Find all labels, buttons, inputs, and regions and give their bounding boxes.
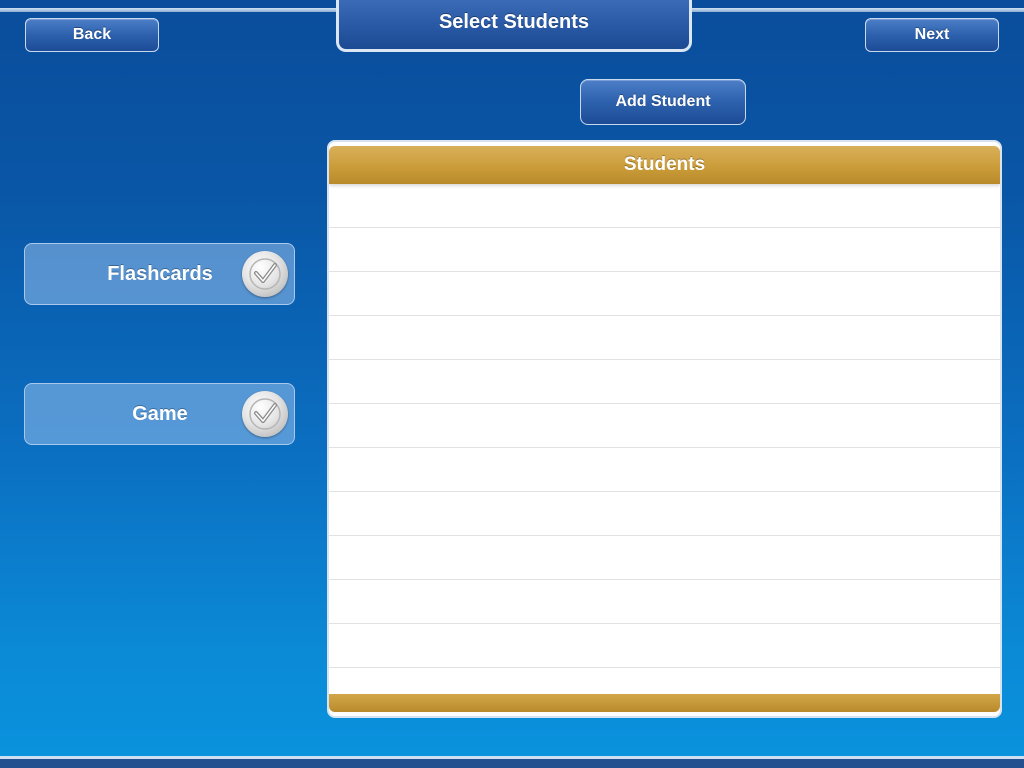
table-row[interactable] [329,272,1000,316]
table-row[interactable] [329,184,1000,228]
flashcards-option[interactable]: Flashcards [24,243,295,305]
table-row[interactable] [329,228,1000,272]
students-table-footer [329,694,1000,712]
table-row[interactable] [329,536,1000,580]
checkmark-icon[interactable] [242,251,288,297]
game-option[interactable]: Game [24,383,295,445]
table-row[interactable] [329,448,1000,492]
table-row[interactable] [329,624,1000,668]
back-button[interactable]: Back [25,18,159,52]
table-row[interactable] [329,492,1000,536]
page-title: Select Students [336,0,692,52]
students-table-header: Students [329,146,1000,184]
students-list [329,184,1000,694]
add-student-button[interactable]: Add Student [580,79,746,125]
next-button[interactable]: Next [865,18,999,52]
table-row[interactable] [329,316,1000,360]
bottom-bar [0,759,1024,768]
table-row[interactable] [329,580,1000,624]
checkmark-icon[interactable] [242,391,288,437]
table-row[interactable] [329,404,1000,448]
table-row[interactable] [329,360,1000,404]
students-table: Students [327,140,1002,718]
